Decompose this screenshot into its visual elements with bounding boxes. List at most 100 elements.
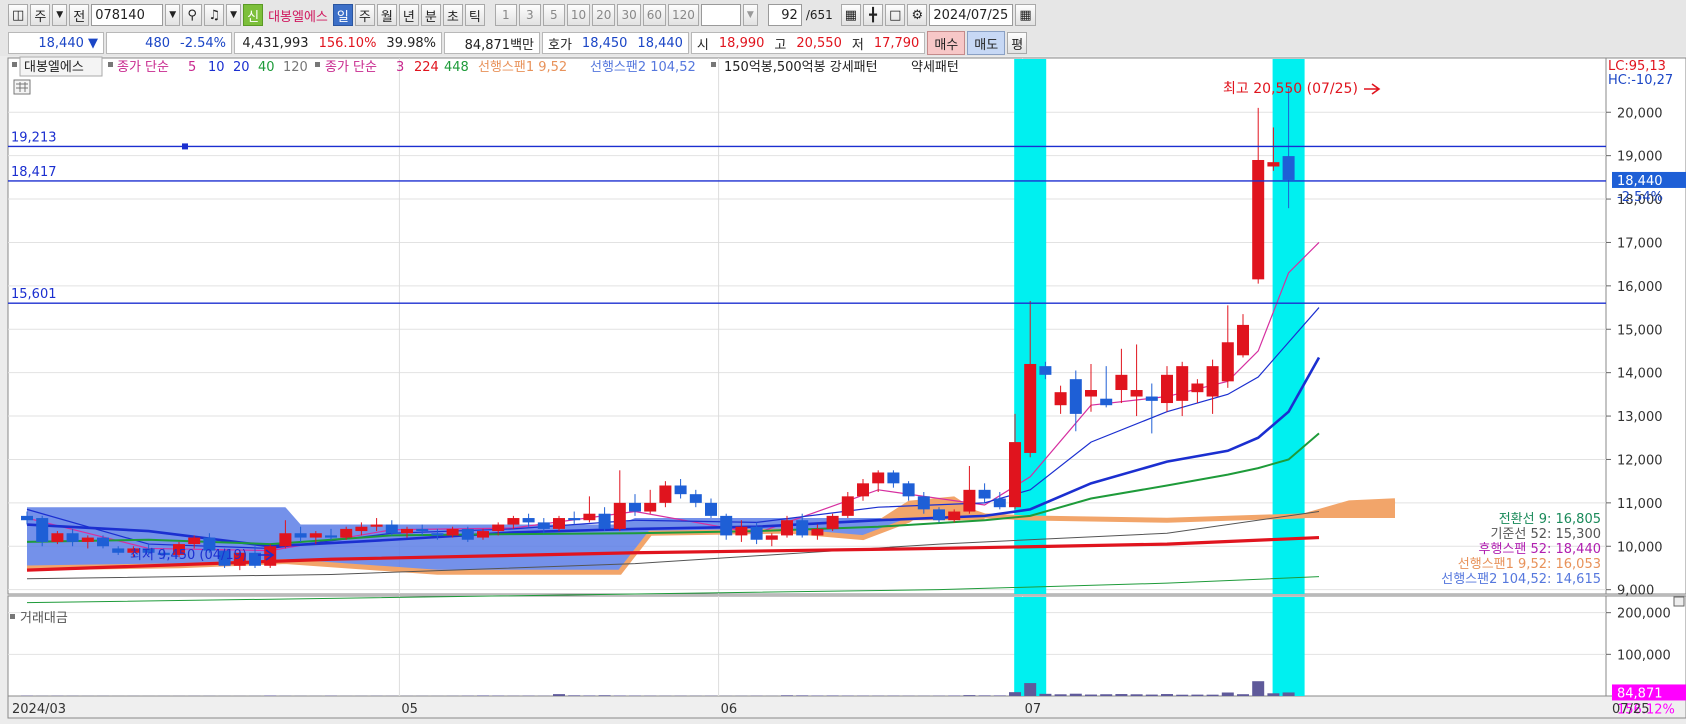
period-tick[interactable]: 틱	[464, 4, 485, 26]
layout-icon[interactable]: ◫	[8, 4, 29, 26]
candle-19[interactable]	[309, 533, 322, 538]
volume-bar-61[interactable]	[948, 695, 961, 697]
volume-bar-81[interactable]	[1252, 681, 1265, 696]
volume-bar-70[interactable]	[1085, 694, 1097, 696]
volume-bar-72[interactable]	[1115, 694, 1128, 696]
eval-button[interactable]: 평	[1007, 32, 1028, 54]
volume-bar-38[interactable]	[598, 695, 611, 696]
volume-panel-close-icon[interactable]	[1673, 596, 1685, 607]
candle-24[interactable]	[385, 524, 398, 534]
candle-81[interactable]	[1252, 159, 1265, 280]
volume-bar-35[interactable]	[553, 694, 565, 696]
calendar-icon[interactable]: ▦	[1015, 4, 1036, 26]
candle-25[interactable]	[401, 528, 413, 534]
candle-0[interactable]	[21, 515, 33, 521]
candle-30[interactable]	[477, 531, 489, 538]
interval-dropdown-icon[interactable]: ▼	[742, 4, 758, 26]
volume-bar-74[interactable]	[1145, 694, 1158, 696]
candle-29[interactable]	[461, 528, 474, 540]
candle-type-icon[interactable]: ▦	[840, 4, 862, 26]
candle-69[interactable]	[1069, 379, 1082, 414]
candle-50[interactable]	[781, 520, 793, 536]
candle-33[interactable]	[522, 518, 535, 523]
candle-83[interactable]	[1282, 156, 1295, 180]
candle-56[interactable]	[872, 472, 885, 484]
candle-4[interactable]	[81, 537, 94, 542]
volume-bar-78[interactable]	[1206, 694, 1219, 696]
buy-button[interactable]: 매수	[927, 31, 966, 55]
minute-20[interactable]: 20	[592, 4, 616, 26]
candle-6[interactable]	[112, 548, 125, 553]
candle-36[interactable]	[568, 518, 581, 521]
candle-44[interactable]	[689, 494, 702, 503]
minute-30[interactable]: 30	[617, 4, 641, 26]
save-icon[interactable]: □	[885, 4, 906, 26]
candle-52[interactable]	[811, 528, 824, 536]
speaker-dropdown-icon[interactable]: ▼	[226, 4, 242, 26]
volume-bar-62[interactable]	[963, 695, 976, 696]
volume-bar-30[interactable]	[477, 695, 489, 696]
market-dropdown-icon[interactable]: ▼	[52, 4, 68, 26]
candle-78[interactable]	[1206, 366, 1219, 397]
volume-bar-36[interactable]	[568, 695, 581, 696]
crosshair-icon[interactable]: ╋	[863, 4, 884, 26]
candle-73[interactable]	[1130, 390, 1143, 397]
candle-37[interactable]	[583, 513, 596, 521]
volume-bar-53[interactable]	[826, 695, 839, 696]
candle-1[interactable]	[36, 518, 49, 542]
volume-bar-68[interactable]	[1054, 694, 1067, 696]
period-year[interactable]: 년	[398, 4, 419, 26]
volume-bar-67[interactable]	[1039, 693, 1052, 696]
search-icon[interactable]: ⚲	[182, 4, 203, 26]
candle-82[interactable]	[1267, 162, 1280, 167]
candle-75[interactable]	[1161, 374, 1173, 404]
volume-bar-69[interactable]	[1069, 693, 1082, 696]
candle-21[interactable]	[340, 528, 353, 538]
candle-48[interactable]	[750, 526, 763, 540]
date-input[interactable]: 2024/07/25	[929, 4, 1014, 26]
candle-11[interactable]	[188, 537, 201, 545]
market-toggle[interactable]: 주	[30, 4, 51, 26]
candle-40[interactable]	[629, 502, 641, 512]
candle-80[interactable]	[1237, 324, 1249, 356]
candle-34[interactable]	[537, 522, 550, 529]
candle-22[interactable]	[355, 526, 368, 532]
candle-28[interactable]	[446, 528, 459, 536]
minute-1[interactable]: 1	[494, 4, 517, 26]
candle-65[interactable]	[1009, 442, 1021, 508]
volume-bar-71[interactable]	[1100, 694, 1113, 696]
candle-51[interactable]	[796, 520, 809, 536]
interval-select[interactable]	[700, 4, 741, 26]
volume-bar-83[interactable]	[1282, 692, 1295, 696]
period-second[interactable]: 초	[442, 4, 463, 26]
candle-61[interactable]	[948, 511, 961, 521]
candle-31[interactable]	[492, 524, 505, 532]
candle-57[interactable]	[887, 472, 900, 484]
volume-bar-37[interactable]	[583, 695, 596, 696]
candle-45[interactable]	[705, 502, 717, 516]
candle-55[interactable]	[857, 483, 869, 497]
candle-66[interactable]	[1024, 363, 1037, 453]
gear-icon[interactable]: ⚙	[907, 4, 928, 26]
candle-54[interactable]	[841, 496, 854, 516]
minute-10[interactable]: 10	[566, 4, 591, 26]
period-week[interactable]: 주	[354, 4, 375, 26]
volume-bar-80[interactable]	[1237, 694, 1249, 696]
bar-count-input[interactable]: 92	[767, 4, 802, 26]
volume-bar-50[interactable]	[781, 695, 793, 696]
volume-bar-39[interactable]	[613, 695, 626, 697]
volume-bar-63[interactable]	[978, 695, 991, 696]
candle-42[interactable]	[659, 485, 672, 503]
candle-17[interactable]	[279, 533, 292, 547]
volume-bar-75[interactable]	[1161, 694, 1173, 696]
volume-bar-65[interactable]	[1009, 692, 1021, 696]
volume-bar-82[interactable]	[1267, 693, 1280, 696]
code-dropdown-icon[interactable]: ▼	[165, 4, 181, 26]
candle-77[interactable]	[1191, 383, 1204, 393]
candle-41[interactable]	[644, 502, 657, 512]
candle-2[interactable]	[51, 533, 64, 542]
candle-67[interactable]	[1039, 366, 1052, 375]
table-icon[interactable]	[13, 79, 31, 95]
candle-58[interactable]	[902, 483, 915, 497]
candle-27[interactable]	[431, 533, 444, 536]
